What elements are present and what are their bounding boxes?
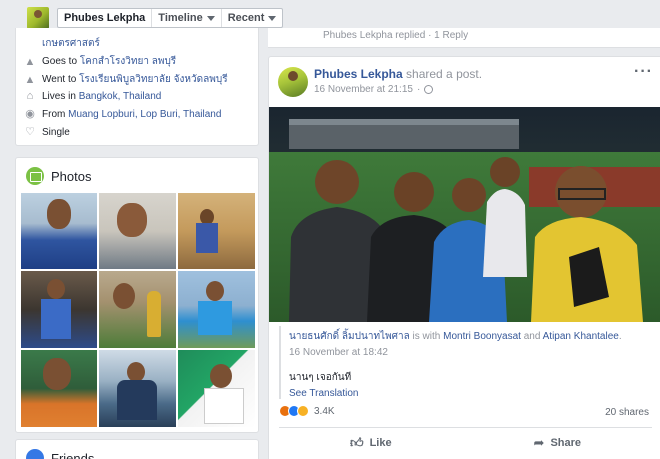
photo-thumbnail[interactable] [21, 271, 97, 348]
intro-row-relationship: ♡ Single [24, 126, 70, 138]
shared-author-name[interactable]: นายธนศักดิ์ ลิ้มปนาทไพศาล [289, 331, 410, 342]
like-button[interactable]: 👍︎ Like [350, 435, 392, 451]
profile-tabs: Phubes Lekpha Timeline Recent [57, 8, 284, 28]
photo-grid [21, 193, 255, 427]
photo-thumbnail[interactable] [99, 193, 176, 269]
globe-icon [424, 85, 434, 94]
reaction-count: 3.4K [314, 405, 335, 417]
haha-reaction-icon [297, 405, 309, 417]
photo-thumbnail[interactable] [178, 271, 255, 348]
post-action-text: shared a post. [406, 67, 483, 81]
photo-thumbnail[interactable] [21, 350, 97, 427]
post-meta: 16 November at 21:15 · [314, 84, 434, 95]
intro-row-from: ◉ From Muang Lopburi, Lop Buri, Thailand [24, 108, 221, 120]
share-arrow-icon: ➦ [533, 435, 545, 450]
intro-link[interactable]: โรงเรียนพิบูลวิทยาลัย จังหวัดลพบุรี [79, 72, 228, 87]
intro-link[interactable]: Muang Lopburi, Lop Buri, Thailand [68, 109, 221, 120]
post-author-name[interactable]: Phubes Lekpha [314, 67, 403, 81]
intro-link[interactable]: เกษตรศาสตร์ [42, 36, 100, 51]
photos-card: Photos [15, 157, 259, 433]
divider [279, 427, 652, 428]
tab-label: Phubes Lekpha [64, 12, 146, 24]
shared-post-text: นานๆ เจอกันที [289, 372, 352, 383]
see-translation-link[interactable]: See Translation [289, 388, 652, 399]
share-button[interactable]: ➦ Share [534, 435, 581, 451]
tagged-friend[interactable]: Montri Boonyasat [443, 331, 521, 342]
shares-count[interactable]: 20 shares [605, 407, 649, 418]
photo-thumbnail[interactable] [21, 193, 97, 269]
intro-link[interactable]: โคกสำโรงวิทยา ลพบุรี [80, 54, 176, 69]
intro-row-went-to: ▲ Went to โรงเรียนพิบูลวิทยาลัย จังหวัดล… [24, 72, 228, 87]
post-timestamp[interactable]: 16 November at 21:15 [314, 84, 413, 95]
map-pin-icon: ◉ [25, 108, 35, 120]
photos-icon [26, 167, 44, 185]
intro-row-lives-in: ⌂ Lives in Bangkok, Thailand [24, 90, 162, 102]
graduation-cap-icon: ▲ [24, 55, 36, 68]
shared-post-timestamp[interactable]: 16 November at 18:42 [289, 347, 652, 358]
tag-end: . [618, 331, 622, 342]
photo-thumbnail[interactable] [178, 193, 255, 269]
post-author-avatar[interactable] [278, 67, 308, 97]
like-label: Like [369, 437, 392, 449]
friends-title: Friends [51, 450, 95, 459]
with-text: is with [412, 331, 441, 342]
intro-row-cut-off: เกษตรศาสตร์ [24, 36, 100, 51]
feed-post: Phubes Lekpha shared a post. 16 November… [268, 56, 660, 459]
intro-row-goes-to: ▲ Goes to โคกสำโรงวิทยา ลพบุรี [24, 54, 177, 69]
friends-icon [26, 449, 44, 459]
shared-post: นายธนศักดิ์ ลิ้มปนาทไพศาล is with Montri… [279, 326, 652, 399]
chevron-down-icon [206, 15, 215, 21]
intro-prefix: Goes to [42, 56, 78, 67]
shared-post-header: นายธนศักดิ์ ลิ้มปนาทไพศาล is with Montri… [289, 329, 652, 344]
tagged-friend[interactable]: Atipan Khantalee [543, 331, 619, 342]
tab-label: Timeline [158, 12, 203, 24]
heart-icon: ♡ [25, 126, 35, 138]
friends-header[interactable]: Friends [26, 449, 94, 459]
dot-separator: · [416, 84, 421, 95]
intro-link[interactable]: Bangkok, Thailand [79, 91, 162, 102]
intro-prefix: Lives in [42, 90, 76, 102]
tab-timeline[interactable]: Timeline [152, 9, 222, 27]
friends-card: Friends [15, 439, 259, 459]
post-header: Phubes Lekpha shared a post. [314, 67, 482, 81]
post-photo[interactable] [269, 107, 660, 322]
photo-thumbnail[interactable] [178, 350, 255, 427]
and-text: and [523, 331, 541, 342]
home-icon: ⌂ [26, 90, 34, 102]
tab-recent[interactable]: Recent [222, 9, 283, 27]
profile-avatar[interactable] [27, 7, 49, 29]
tab-label: Recent [227, 12, 265, 24]
photos-header[interactable]: Photos [26, 167, 91, 185]
share-label: Share [550, 437, 582, 449]
photo-thumbnail[interactable] [99, 271, 176, 348]
chevron-down-icon [268, 15, 277, 21]
reactions-summary[interactable]: 3.4K [279, 405, 335, 417]
intro-prefix: From [42, 108, 66, 120]
photo-thumbnail[interactable] [99, 350, 176, 427]
intro-prefix: Single [42, 126, 70, 138]
intro-prefix: Went to [42, 74, 77, 85]
group-selfie-image [269, 107, 660, 322]
post-actions: 👍︎ Like ➦ Share [279, 435, 652, 451]
photos-title: Photos [51, 168, 92, 184]
more-options-icon[interactable]: ··· [634, 63, 653, 81]
tab-profile-name[interactable]: Phubes Lekpha [58, 9, 153, 27]
intro-card: เกษตรศาสตร์ ▲ Goes to โคกสำโรงวิทยา ลพบุ… [15, 28, 259, 146]
previous-post-reply-text[interactable]: Phubes Lekpha replied · 1 Reply [323, 30, 468, 41]
graduation-cap-icon: ▲ [24, 73, 36, 86]
thumbs-up-icon: 👍︎ [349, 435, 364, 450]
previous-post-footer: Phubes Lekpha replied · 1 Reply [268, 28, 660, 48]
